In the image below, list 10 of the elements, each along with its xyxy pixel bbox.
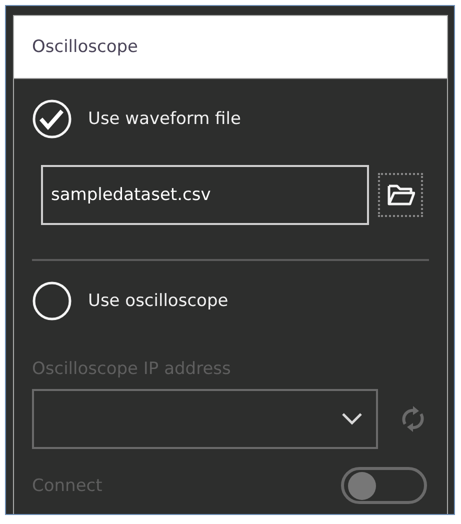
radio-icon[interactable] — [32, 281, 72, 321]
checked-radio-icon[interactable] — [32, 99, 72, 139]
browse-button[interactable] — [378, 173, 423, 217]
file-path-field[interactable]: sampledataset.csv — [41, 165, 369, 225]
radio-label[interactable]: Use oscilloscope — [88, 291, 228, 311]
refresh-icon[interactable] — [400, 404, 426, 434]
radio-label[interactable]: Use waveform file — [88, 109, 241, 129]
chevron-down-icon — [342, 413, 362, 425]
folder-icon — [386, 183, 414, 207]
panel-title: Oscilloscope — [32, 37, 138, 57]
